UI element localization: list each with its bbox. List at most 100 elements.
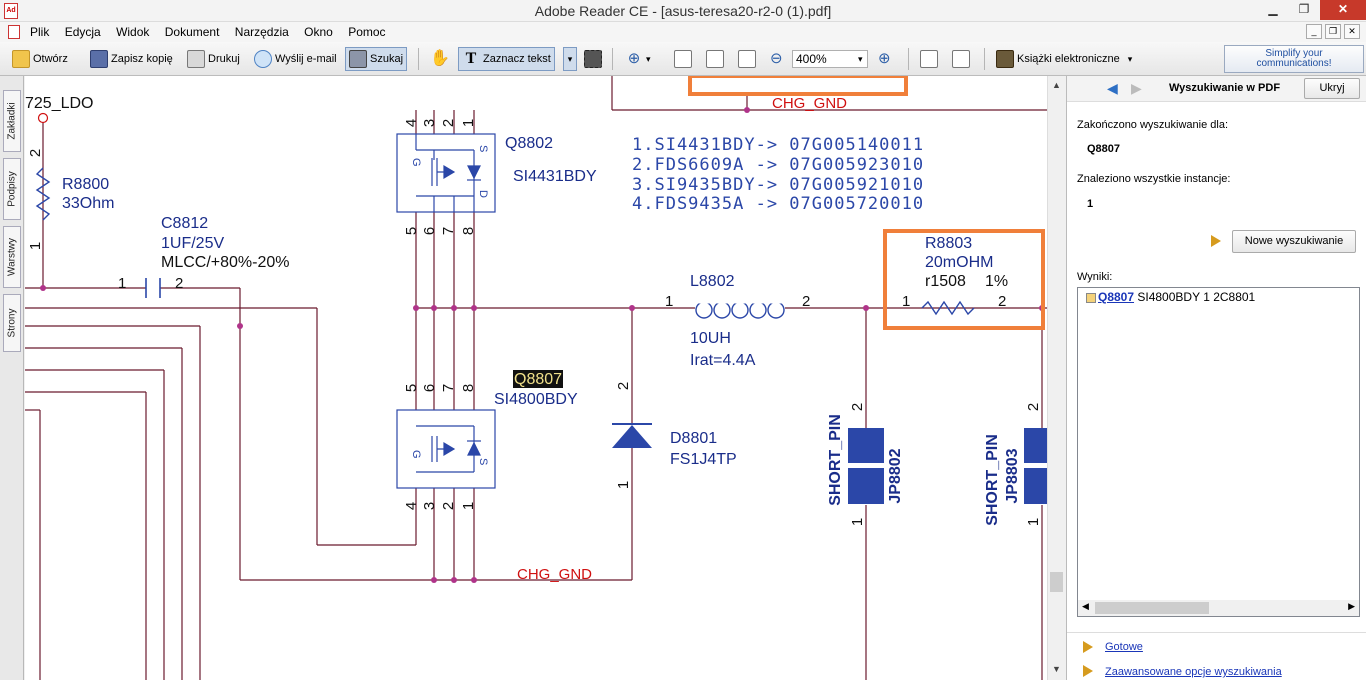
chevron-down-icon: ▾ (646, 54, 651, 64)
result-context: SI4800BDY 1 2C8801 (1134, 290, 1256, 304)
rotate-counterclockwise-icon (952, 50, 970, 69)
menu-window[interactable]: Okno (298, 22, 339, 42)
advanced-options-link[interactable]: Zaawansowane opcje wyszukiwania (1105, 666, 1282, 678)
rotate-ccw-button[interactable] (952, 47, 973, 71)
tab-signatures-label: Podpisy (6, 171, 18, 207)
jp8803-name: JP8803 (1004, 448, 1021, 503)
jp8802-pin: 2 (849, 403, 866, 411)
open-button[interactable]: Otwórz (12, 47, 68, 71)
menu-view[interactable]: Widok (110, 22, 155, 42)
minimize-button[interactable]: ▁ (1258, 0, 1288, 20)
doc-minimize-button[interactable]: _ (1306, 24, 1322, 39)
doc-restore-button[interactable]: ❐ (1325, 24, 1341, 39)
zoom-dropdown[interactable]: ▾ (858, 47, 863, 71)
q8802-pin: 3 (421, 119, 438, 127)
hide-button[interactable]: Ukryj (1304, 78, 1360, 99)
maximize-button[interactable]: ❐ (1289, 0, 1319, 20)
result-match-link[interactable]: Q8807 (1098, 290, 1134, 304)
q8802-pin: 2 (440, 119, 457, 127)
document-view[interactable]: 725_LDO R8800 33Ohm C8812 1UF/25V Q8802 … (25, 76, 1047, 680)
scroll-up-arrow-icon[interactable]: ▲ (1052, 80, 1061, 90)
alt-part-1: 1.SI4431BDY-> 07G005140011 (632, 135, 924, 155)
zoom-input[interactable]: 400% (792, 50, 868, 68)
tab-layers[interactable]: Warstwy (3, 226, 21, 288)
zoom-tool-button[interactable]: ⊕ ▾ (625, 47, 651, 71)
search-panel-title: Wyszukiwanie w PDF (1169, 82, 1281, 94)
select-text-button[interactable]: T Zaznacz tekst (458, 47, 555, 71)
search-panel-header: ◀ ▶ Wyszukiwanie w PDF Ukryj (1067, 76, 1366, 102)
title-bar: Ad Adobe Reader CE - [asus-teresa20-r2-0… (0, 0, 1366, 22)
schematic-drawing: 725_LDO R8800 33Ohm C8812 1UF/25V Q8802 … (25, 76, 1047, 680)
tab-bookmarks[interactable]: Zakładki (3, 90, 21, 152)
q8807-pin: 4 (403, 502, 420, 510)
ebooks-label: Książki elektroniczne (1017, 53, 1120, 65)
jp8802-label: SHORT_PIN (827, 414, 844, 506)
scroll-thumb[interactable] (1050, 572, 1063, 592)
fit-page-button[interactable] (706, 47, 727, 71)
floppy-icon (90, 50, 108, 69)
menu-document[interactable]: Dokument (159, 22, 226, 42)
chevron-down-icon: ▾ (1127, 54, 1133, 64)
print-button[interactable]: Drukuj (187, 47, 240, 71)
q8807-source-label: S (477, 458, 489, 465)
back-arrow-icon[interactable]: ◀ (1107, 80, 1118, 97)
hand-tool-button[interactable]: ✋ (430, 47, 451, 71)
l8802-pin: 2 (802, 293, 810, 310)
tab-pages[interactable]: Strony (3, 294, 21, 352)
results-horizontal-scrollbar[interactable]: ◀ ▶ (1078, 600, 1359, 616)
menu-bar: Plik Edycja Widok Dokument Narzędzia Okn… (0, 22, 1366, 42)
menu-file[interactable]: Plik (24, 22, 55, 42)
ebooks-button[interactable]: Książki elektroniczne ▾ (996, 47, 1132, 71)
scroll-right-arrow-icon[interactable]: ▶ (1348, 601, 1355, 612)
fit-width-button[interactable] (738, 47, 759, 71)
menu-edit[interactable]: Edycja (59, 22, 107, 42)
search-panel: ◀ ▶ Wyszukiwanie w PDF Ukryj Zakończono … (1066, 76, 1366, 680)
zoom-in-button[interactable]: ⊕ (878, 47, 891, 71)
navigation-tabs: Zakładki Podpisy Warstwy Strony (0, 76, 24, 680)
arrow-right-icon (1083, 665, 1093, 677)
email-button[interactable]: Wyślij e-mail (254, 47, 337, 71)
d8801-part: FS1J4TP (670, 451, 737, 468)
scroll-thumb[interactable] (1095, 602, 1209, 614)
r8803-name: R8803 (925, 235, 972, 252)
search-button[interactable]: Szukaj (345, 47, 408, 71)
q8807-part: SI4800BDY (494, 391, 578, 408)
toolbar-separator (908, 48, 909, 70)
l8802-symbol (695, 300, 785, 319)
menu-tools[interactable]: Narzędzia (229, 22, 295, 42)
new-search-button[interactable]: Nowe wyszukiwanie (1232, 230, 1356, 253)
rotate-cw-button[interactable] (920, 47, 941, 71)
page-icon (674, 50, 692, 69)
save-copy-button[interactable]: Zapisz kopię (90, 47, 173, 71)
text-cursor-icon: T (465, 50, 477, 68)
scroll-down-arrow-icon[interactable]: ▼ (1052, 664, 1061, 674)
q8802-pin: 1 (460, 119, 477, 127)
result-item[interactable]: Q8807 SI4800BDY 1 2C8801 (1098, 290, 1255, 304)
l8802-irat: Irat=4.4A (690, 352, 756, 369)
forward-arrow-icon[interactable]: ▶ (1131, 80, 1142, 97)
found-count: 1 (1087, 198, 1094, 210)
document-vertical-scrollbar[interactable]: ▲ ▼ (1047, 76, 1065, 680)
ldo-connector (37, 112, 49, 124)
doc-close-button[interactable]: ✕ (1344, 24, 1360, 39)
tab-signatures[interactable]: Podpisy (3, 158, 21, 220)
ad-banner[interactable]: Simplify your communications! (1224, 45, 1364, 73)
camera-icon (584, 50, 602, 69)
q8807-pin: 1 (460, 502, 477, 510)
select-tool-dropdown[interactable]: ▾ (563, 47, 577, 71)
done-link[interactable]: Gotowe (1105, 641, 1143, 653)
snapshot-button[interactable] (584, 47, 605, 71)
arrow-right-icon (1083, 641, 1093, 653)
hand-icon: ✋ (430, 50, 450, 68)
zoom-out-button[interactable]: ⊖ (770, 47, 783, 71)
menu-help[interactable]: Pomoc (342, 22, 391, 42)
actual-size-button[interactable] (674, 47, 695, 71)
jp8802-name: JP8802 (887, 448, 904, 503)
search-query: Q8807 (1087, 143, 1121, 155)
close-button[interactable]: ✕ (1320, 0, 1366, 20)
toolbar-separator (612, 48, 613, 70)
plus-circle-icon: ⊕ (878, 50, 891, 67)
q8802-source-label: S (477, 145, 489, 152)
q8802-pin: 4 (403, 119, 420, 127)
scroll-left-arrow-icon[interactable]: ◀ (1082, 601, 1089, 612)
